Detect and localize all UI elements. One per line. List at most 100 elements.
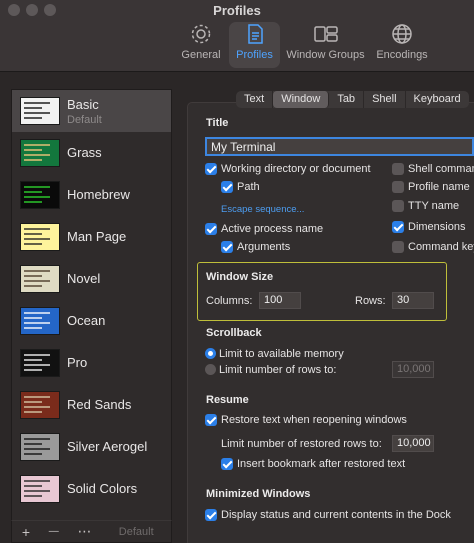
tab-shell[interactable]: Shell (364, 91, 406, 108)
profile-item[interactable]: Ocean (12, 300, 171, 342)
active-process-label: Active process name (221, 223, 324, 235)
profile-thumbnail (20, 307, 60, 335)
columns-input[interactable]: 100 (259, 292, 301, 309)
default-button[interactable]: Default (101, 526, 171, 538)
profile-name-text: Novel (67, 271, 101, 286)
path-checkbox[interactable] (221, 181, 233, 193)
toolbar-window-groups-button[interactable]: Window Groups (283, 22, 368, 68)
display-status-checkbox[interactable] (205, 509, 217, 521)
toolbar-profiles-button[interactable]: Profiles (229, 22, 280, 68)
scrollback-rows-input[interactable]: 10,000 (392, 361, 434, 378)
profile-item[interactable]: Grass (12, 132, 171, 174)
profile-item[interactable]: Silver Aerogel (12, 426, 171, 468)
profile-item[interactable]: Solid Colors (12, 468, 171, 510)
profile-name: Solid Colors (67, 480, 137, 498)
profile-item[interactable]: Homebrew (12, 174, 171, 216)
restored-rows-input[interactable]: 10,000 (392, 435, 434, 452)
command-key-label: Command key (408, 241, 474, 253)
limit-rows-label: Limit number of rows to: (219, 364, 337, 376)
profile-item[interactable]: Red Sands (12, 384, 171, 426)
toolbar-window-groups-label: Window Groups (286, 49, 365, 61)
tab-tab[interactable]: Tab (329, 91, 365, 108)
profile-item[interactable]: Pro (12, 342, 171, 384)
gear-icon (191, 24, 211, 44)
active-process-checkbox[interactable] (205, 223, 217, 235)
limit-rows-radio[interactable] (205, 364, 216, 375)
profile-item[interactable]: Man Page (12, 216, 171, 258)
dimensions-label: Dimensions (408, 221, 466, 233)
tab-text[interactable]: Text (236, 91, 274, 108)
terminal-settings-window: Profiles General Profiles Window Groups … (0, 0, 474, 543)
profiles-list[interactable]: Basic Default Grass Homebrew Man Page Novel Oc… (11, 89, 172, 521)
tty-name-label: TTY name (408, 200, 460, 212)
escape-sequence-link[interactable]: Escape sequence... (221, 204, 304, 215)
profile-name: Basic Default (67, 96, 102, 126)
profile-item[interactable]: Novel (12, 258, 171, 300)
rows-label: Rows: (355, 295, 386, 307)
profile-name: Man Page (67, 228, 126, 246)
title-heading: Title (206, 117, 229, 129)
toolbar-general-button[interactable]: General (178, 22, 224, 68)
tab-window[interactable]: Window (273, 91, 330, 108)
columns-label: Columns: (206, 295, 253, 307)
profile-thumbnail (20, 433, 60, 461)
profile-name: Ocean (67, 312, 105, 330)
profile-name: Homebrew (67, 186, 130, 204)
profile-name-checkbox[interactable] (392, 181, 404, 193)
insert-bookmark-checkbox[interactable] (221, 458, 233, 470)
restored-rows-label: Limit number of restored rows to: (221, 438, 382, 450)
command-key-checkbox[interactable] (392, 241, 404, 253)
profile-name: Novel (67, 270, 100, 288)
rows-input[interactable]: 30 (392, 292, 434, 309)
remove-profile-button[interactable]: — (40, 526, 68, 537)
toolbar-encodings-label: Encodings (376, 49, 428, 61)
window-groups-icon (313, 26, 338, 42)
profile-name: Red Sands (67, 396, 131, 414)
profile-name-text: Pro (67, 355, 88, 370)
dimensions-checkbox[interactable] (392, 221, 404, 233)
working-directory-checkbox[interactable] (205, 163, 217, 175)
profile-name-label: Profile name (408, 181, 470, 193)
profiles-list-footer: + — ⋯ Default (11, 520, 172, 543)
profile-name: Pro (67, 354, 87, 372)
profile-thumbnail (20, 265, 60, 293)
profile-name-text: Solid Colors (67, 481, 138, 496)
profile-name-text: Grass (67, 145, 102, 160)
profile-item[interactable]: Basic Default (12, 90, 171, 132)
profile-thumbnail (20, 223, 60, 251)
profile-name: Silver Aerogel (67, 438, 147, 456)
title-input[interactable]: My Terminal (205, 137, 474, 156)
profile-name-text: Basic (67, 97, 99, 112)
profile-name: Grass (67, 144, 102, 162)
insert-bookmark-label: Insert bookmark after restored text (237, 458, 406, 470)
shell-command-checkbox[interactable] (392, 163, 404, 175)
more-actions-button[interactable]: ⋯ (68, 523, 102, 540)
restore-text-checkbox[interactable] (205, 414, 217, 426)
profile-name-text: Man Page (67, 229, 127, 244)
profile-name-text: Red Sands (67, 397, 132, 412)
profile-name-text: Homebrew (67, 187, 130, 202)
profile-name-text: Silver Aerogel (67, 439, 148, 454)
working-directory-label: Working directory or document (221, 163, 371, 175)
add-profile-button[interactable]: + (12, 524, 40, 540)
restore-text-label: Restore text when reopening windows (221, 414, 407, 426)
scrollback-heading: Scrollback (206, 327, 262, 339)
profile-thumbnail (20, 349, 60, 377)
limit-memory-radio[interactable] (205, 348, 216, 359)
window-size-heading: Window Size (206, 271, 274, 283)
resume-heading: Resume (206, 394, 249, 406)
tab-keyboard[interactable]: Keyboard (406, 91, 469, 108)
tty-name-checkbox[interactable] (392, 200, 404, 212)
toolbar-encodings-button[interactable]: Encodings (372, 22, 432, 68)
profile-thumbnail (20, 181, 60, 209)
limit-memory-label: Limit to available memory (219, 348, 344, 360)
minimized-heading: Minimized Windows (206, 488, 311, 500)
profile-thumbnail (20, 97, 60, 125)
toolbar: Profiles General Profiles Window Groups … (0, 0, 474, 72)
window-title: Profiles (213, 3, 261, 18)
toolbar-profiles-label: Profiles (236, 49, 273, 61)
arguments-checkbox[interactable] (221, 241, 233, 253)
profile-thumbnail (20, 391, 60, 419)
path-label: Path (237, 181, 260, 193)
profile-name-text: Ocean (67, 313, 106, 328)
